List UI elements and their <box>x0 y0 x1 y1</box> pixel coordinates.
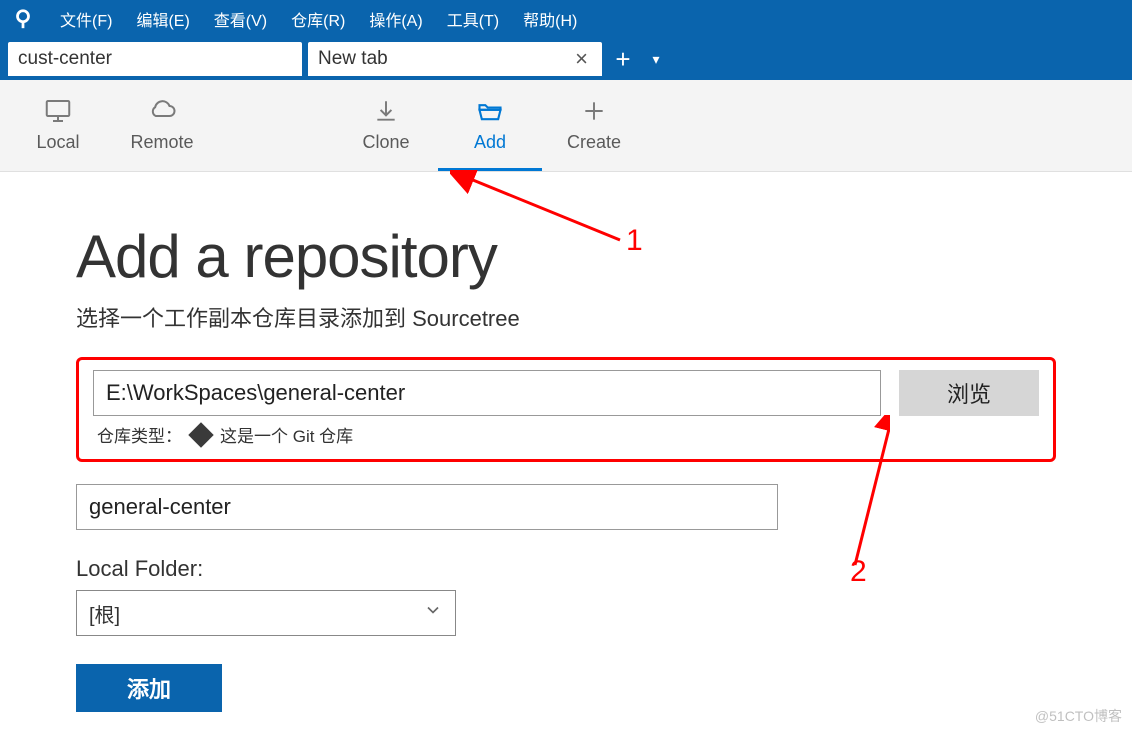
menu-bar: 文件(F) 编辑(E) 查看(V) 仓库(R) 操作(A) 工具(T) 帮助(H… <box>0 0 1132 38</box>
toolbar-label: Create <box>567 132 621 153</box>
app-logo-icon <box>12 8 34 30</box>
new-tab-button[interactable]: + <box>608 44 638 75</box>
folder-open-icon <box>475 96 505 126</box>
browse-button[interactable]: 浏览 <box>899 370 1039 416</box>
toolbar-label: Local <box>36 132 79 153</box>
tab-repo[interactable]: cust-center <box>8 42 302 76</box>
page-title: Add a repository <box>76 222 1056 291</box>
tab-label: New tab <box>318 48 388 70</box>
toolbar-local[interactable]: Local <box>6 81 110 171</box>
cloud-icon <box>147 96 177 126</box>
chevron-down-icon <box>423 600 443 626</box>
toolbar-remote[interactable]: Remote <box>110 81 214 171</box>
menu-edit[interactable]: 编辑(E) <box>124 0 201 38</box>
tab-dropdown-icon[interactable]: ▾ <box>644 51 668 68</box>
toolbar-create[interactable]: Create <box>542 81 646 171</box>
repo-name-input[interactable] <box>76 484 778 530</box>
download-icon <box>371 96 401 126</box>
menu-file[interactable]: 文件(F) <box>48 0 124 38</box>
git-icon <box>188 422 213 447</box>
menu-view[interactable]: 查看(V) <box>202 0 279 38</box>
menu-repo[interactable]: 仓库(R) <box>279 0 357 38</box>
main-content: Add a repository 选择一个工作副本仓库目录添加到 Sourcet… <box>0 172 1132 712</box>
local-folder-label: Local Folder: <box>76 556 1056 582</box>
path-section-highlight: 浏览 仓库类型： 这是一个 Git 仓库 <box>76 357 1056 462</box>
toolbar-add[interactable]: Add <box>438 81 542 171</box>
menu-action[interactable]: 操作(A) <box>357 0 434 38</box>
page-subtitle: 选择一个工作副本仓库目录添加到 Sourcetree <box>76 301 1056 333</box>
select-value: [根] <box>89 599 120 628</box>
repo-path-input[interactable] <box>93 370 881 416</box>
toolbar-label: Add <box>474 132 506 153</box>
menu-help[interactable]: 帮助(H) <box>511 0 589 38</box>
watermark: @51CTO博客 <box>1035 706 1122 726</box>
tab-bar: cust-center New tab × + ▾ <box>0 38 1132 80</box>
menu-tools[interactable]: 工具(T) <box>435 0 511 38</box>
repo-type-value: 这是一个 Git 仓库 <box>220 422 353 447</box>
close-icon[interactable]: × <box>571 46 592 72</box>
monitor-icon <box>43 96 73 126</box>
toolbar-label: Remote <box>130 132 193 153</box>
tab-label: cust-center <box>18 48 112 70</box>
toolbar-label: Clone <box>362 132 409 153</box>
repo-type-label: 仓库类型： <box>97 422 182 447</box>
toolbar: Local Remote Clone Add Create <box>0 80 1132 172</box>
add-submit-button[interactable]: 添加 <box>76 664 222 712</box>
local-folder-select[interactable]: [根] <box>76 590 456 636</box>
toolbar-clone[interactable]: Clone <box>334 81 438 171</box>
repo-type-line: 仓库类型： 这是一个 Git 仓库 <box>93 422 1039 447</box>
plus-icon <box>579 96 609 126</box>
tab-new[interactable]: New tab × <box>308 42 602 76</box>
